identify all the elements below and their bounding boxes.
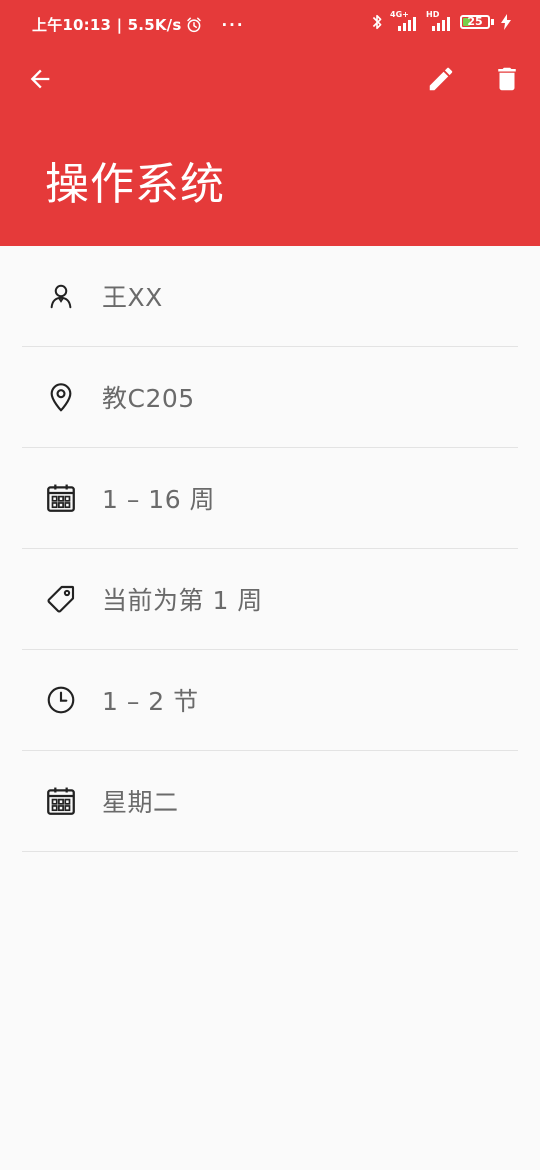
detail-row-teacher[interactable]: 王XX (22, 246, 518, 347)
detail-text: 星期二 (102, 788, 179, 817)
signal-bars-icon (398, 17, 416, 31)
calendar-icon (44, 784, 78, 818)
detail-row-periods[interactable]: 1 – 2 节 (22, 650, 518, 751)
battery-cap (491, 19, 494, 25)
page-title: 操作系统 (45, 159, 225, 210)
pencil-icon (429, 67, 453, 91)
alarm-icon (187, 17, 202, 32)
app-bar: 上午10:13 | 5.5K/s ··· 4G+ HD 25 操作系统 (0, 0, 540, 246)
more-dots: ··· (221, 15, 245, 34)
trash-icon (498, 67, 516, 91)
clock-icon (44, 683, 78, 717)
status-bar: 上午10:13 | 5.5K/s ··· 4G+ HD 25 (0, 0, 540, 50)
detail-list: 王XX 教C205 1 – 16 周 当前为第 1 周 1 – 2 节 星期二 (0, 246, 540, 852)
detail-row-location[interactable]: 教C205 (22, 347, 518, 448)
detail-row-current-week[interactable]: 当前为第 1 周 (22, 549, 518, 650)
tag-icon (44, 582, 78, 616)
signal-bars-icon (432, 17, 450, 31)
arrow-back-icon (30, 69, 50, 89)
detail-text: 当前为第 1 周 (102, 586, 263, 615)
detail-text: 1 – 2 节 (102, 687, 199, 716)
edit-button[interactable] (419, 57, 463, 101)
status-right: 4G+ HD 25 (370, 10, 512, 31)
battery-level: 25 (467, 15, 483, 28)
location-pin-icon (44, 380, 78, 414)
cell-signal-1: 4G+ (390, 10, 420, 31)
detail-text: 1 – 16 周 (102, 485, 216, 514)
detail-text: 教C205 (102, 384, 195, 413)
detail-row-weeks[interactable]: 1 – 16 周 (22, 448, 518, 549)
bluetooth-icon (372, 14, 382, 30)
detail-row-weekday[interactable]: 星期二 (22, 751, 518, 852)
detail-text: 王XX (102, 283, 163, 312)
back-button[interactable] (18, 57, 62, 101)
battery-indicator: 25 (460, 15, 490, 29)
calendar-icon (44, 481, 78, 515)
charging-bolt-icon (501, 14, 511, 30)
status-time-speed: 上午10:13 | 5.5K/s (32, 16, 182, 34)
cell-signal-2: HD (426, 10, 454, 31)
status-left: 上午10:13 | 5.5K/s ··· (32, 14, 245, 35)
delete-button[interactable] (485, 57, 529, 101)
person-icon (44, 279, 78, 313)
